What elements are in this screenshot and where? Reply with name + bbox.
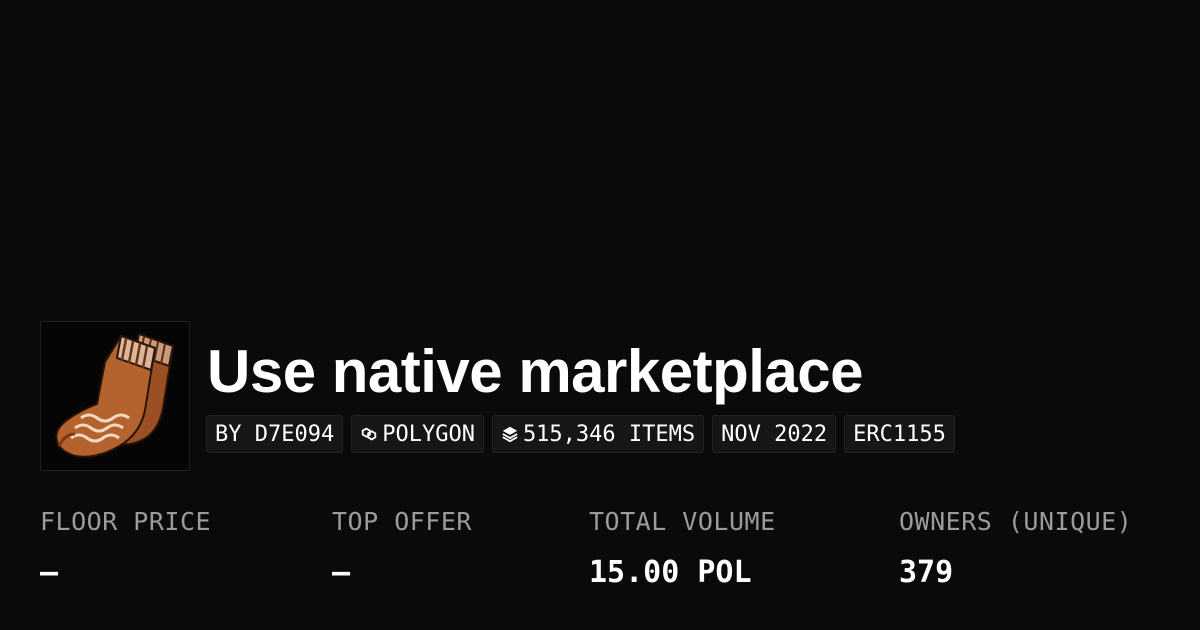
layers-icon (501, 425, 519, 443)
top-offer-label: TOP OFFER (332, 507, 472, 536)
items-tag: 515,346 ITEMS (491, 415, 705, 453)
total-volume-label: TOTAL VOLUME (589, 507, 776, 536)
total-volume-stat: TOTAL VOLUME 15.00 POL (589, 505, 776, 591)
chain-tag[interactable]: POLYGON (351, 415, 484, 453)
owners-label: OWNERS (UNIQUE) (899, 507, 1133, 536)
collection-tags: BY D7E094 POLYGON 515,346 ITEMS NOV 2022… (206, 415, 955, 453)
collection-banner: Use native marketplace BY D7E094 POLYGON (0, 0, 1200, 630)
top-offer-value: – (332, 555, 351, 590)
floor-price-value: – (40, 555, 59, 590)
floor-price-label: FLOOR PRICE (40, 507, 212, 536)
polygon-icon (360, 425, 378, 443)
creator-tag[interactable]: BY D7E094 (206, 415, 344, 453)
total-volume-value: 15.00 POL (589, 555, 752, 590)
chain-label: POLYGON (382, 421, 475, 447)
floor-price-stat: FLOOR PRICE – (40, 505, 211, 591)
items-count-label: 515,346 ITEMS (522, 421, 696, 447)
sock-icon (55, 332, 175, 458)
collection-title: Use native marketplace (207, 338, 864, 405)
collection-avatar (40, 321, 190, 471)
standard-tag: ERC1155 (844, 415, 955, 453)
date-tag: NOV 2022 (712, 415, 837, 453)
standard-label: ERC1155 (853, 421, 946, 447)
top-offer-stat: TOP OFFER – (332, 505, 472, 591)
creator-label: BY D7E094 (215, 421, 335, 447)
owners-stat: OWNERS (UNIQUE) 379 (899, 505, 1132, 591)
date-label: NOV 2022 (721, 421, 828, 447)
owners-value: 379 (899, 555, 954, 590)
